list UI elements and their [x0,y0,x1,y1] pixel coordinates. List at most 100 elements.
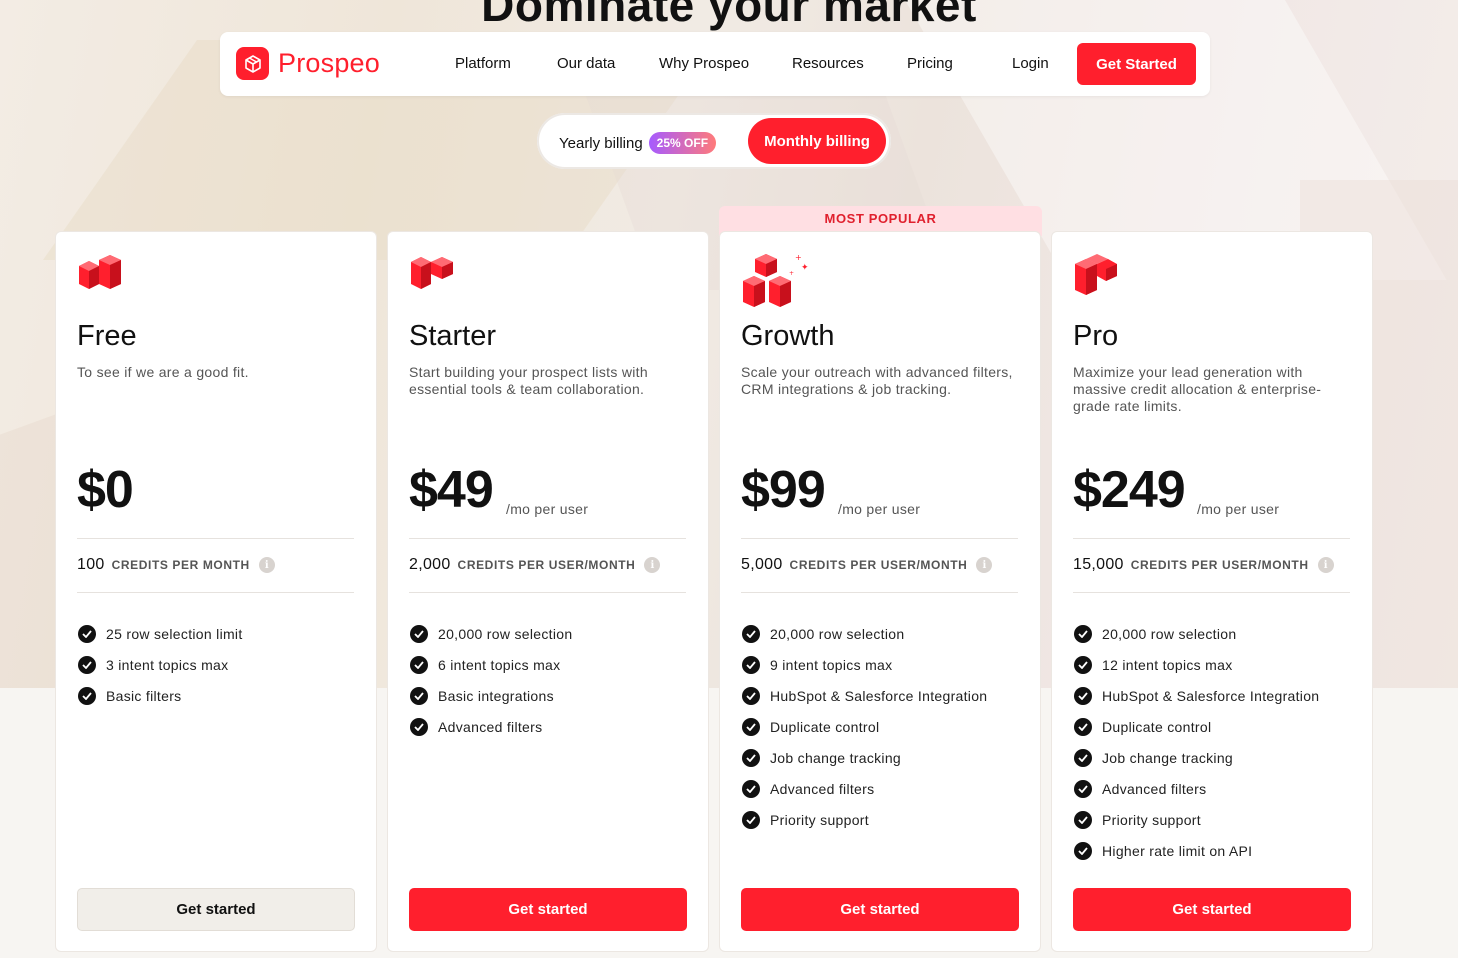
feature-text: Priority support [1102,811,1201,828]
feature-text: 9 intent topics max [770,656,893,673]
login-link[interactable]: Login [1012,55,1049,72]
feature-text: HubSpot & Salesforce Integration [770,687,988,704]
credits-amount: 100 [77,556,105,573]
check-icon [742,655,760,674]
nav-link-our-data[interactable]: Our data [557,55,615,72]
plan-price-period: /mo per user [506,501,589,517]
plan-growth-cubes-icon: + ✦ + [741,253,811,315]
plan-name: Starter [409,320,497,352]
monthly-billing-option[interactable]: Monthly billing [748,118,886,164]
check-icon [742,779,760,798]
check-icon [1074,717,1092,736]
feature-list: 20,000 row selection 12 intent topics ma… [1074,618,1319,866]
nav-link-pricing[interactable]: Pricing [907,55,953,72]
feature-text: Job change tracking [1102,749,1234,766]
plan-name: Free [77,320,137,352]
feature-item: Advanced filters [1074,773,1319,804]
nav-link-resources[interactable]: Resources [792,55,864,72]
logo[interactable]: Prospeo [236,47,380,80]
check-icon [742,624,760,643]
feature-item: 9 intent topics max [742,649,987,680]
feature-text: HubSpot & Salesforce Integration [1102,687,1320,704]
plan-credits: 15,000 CREDITS PER USER/MONTH i [1073,556,1334,574]
feature-item: Priority support [742,804,987,835]
feature-text: Duplicate control [770,718,880,735]
check-icon [78,624,96,643]
check-icon [410,624,428,643]
feature-text: Advanced filters [438,718,543,735]
feature-text: 25 row selection limit [106,625,243,642]
info-icon[interactable]: i [1317,557,1334,573]
get-started-button[interactable]: Get Started [1077,43,1196,85]
get-started-free-button[interactable]: Get started [77,888,355,931]
credits-amount: 15,000 [1073,556,1124,573]
divider [77,592,354,593]
feature-text: 20,000 row selection [1102,625,1237,642]
plan-card-starter: Starter Start building your prospect lis… [387,231,709,952]
feature-text: 20,000 row selection [770,625,905,642]
divider [77,538,354,539]
feature-list: 20,000 row selection 6 intent topics max… [410,618,572,742]
credits-label: CREDITS PER USER/MONTH [457,558,636,572]
feature-item: HubSpot & Salesforce Integration [742,680,987,711]
logo-cube-icon [236,47,269,80]
plan-pro-cubes-icon [1073,254,1119,303]
plan-starter-cubes-icon [409,254,455,301]
plan-name: Growth [741,320,835,352]
plan-credits: 100 CREDITS PER MONTH i [77,556,275,574]
nav-link-why-prospeo[interactable]: Why Prospeo [659,55,749,72]
check-icon [1074,686,1092,705]
feature-list: 25 row selection limit 3 intent topics m… [78,618,243,711]
check-icon [1074,655,1092,674]
plan-price: $49 [409,461,494,519]
check-icon [1074,841,1092,860]
feature-item: Advanced filters [410,711,572,742]
feature-text: Advanced filters [770,780,875,797]
plan-credits: 2,000 CREDITS PER USER/MONTH i [409,556,661,574]
feature-text: Priority support [770,811,869,828]
feature-item: Job change tracking [1074,742,1319,773]
plan-description: Maximize your lead generation with massi… [1073,364,1322,414]
feature-text: 3 intent topics max [106,656,229,673]
discount-badge: 25% OFF [648,132,717,154]
info-icon[interactable]: i [976,557,993,573]
plan-description: To see if we are a good fit. [77,364,249,380]
credits-label: CREDITS PER USER/MONTH [789,558,968,572]
divider [1073,538,1350,539]
get-started-pro-button[interactable]: Get started [1073,888,1351,931]
feature-item: Duplicate control [742,711,987,742]
feature-item: Job change tracking [742,742,987,773]
plan-card-free: Free To see if we are a good fit. $0 100… [55,231,377,952]
divider [741,538,1018,539]
plan-credits: 5,000 CREDITS PER USER/MONTH i [741,556,993,574]
feature-text: 6 intent topics max [438,656,561,673]
plan-name: Pro [1073,320,1119,352]
plan-price: $249 [1073,461,1186,519]
billing-toggle: Yearly billing 25% OFF Monthly billing [537,113,891,169]
credits-label: CREDITS PER MONTH [111,558,250,572]
feature-item: 6 intent topics max [410,649,572,680]
credits-amount: 2,000 [409,556,451,573]
feature-text: Basic filters [106,687,182,704]
yearly-billing-option[interactable]: Yearly billing 25% OFF [559,132,717,154]
divider [1073,592,1350,593]
divider [409,592,686,593]
plan-card-pro: Pro Maximize your lead generation with m… [1051,231,1373,952]
info-icon[interactable]: i [258,557,275,573]
check-icon [410,686,428,705]
get-started-starter-button[interactable]: Get started [409,888,687,931]
feature-item: Basic filters [78,680,243,711]
plan-price: $0 [77,461,134,519]
feature-text: 20,000 row selection [438,625,573,642]
get-started-growth-button[interactable]: Get started [741,888,1019,931]
check-icon [742,810,760,829]
check-icon [1074,810,1092,829]
nav-link-platform[interactable]: Platform [455,55,511,72]
yearly-billing-label: Yearly billing [559,134,643,152]
top-navbar: Prospeo Platform Our data Why Prospeo Re… [220,32,1210,96]
check-icon [1074,779,1092,798]
check-icon [410,717,428,736]
check-icon [742,748,760,767]
info-icon[interactable]: i [644,557,661,573]
divider [409,538,686,539]
